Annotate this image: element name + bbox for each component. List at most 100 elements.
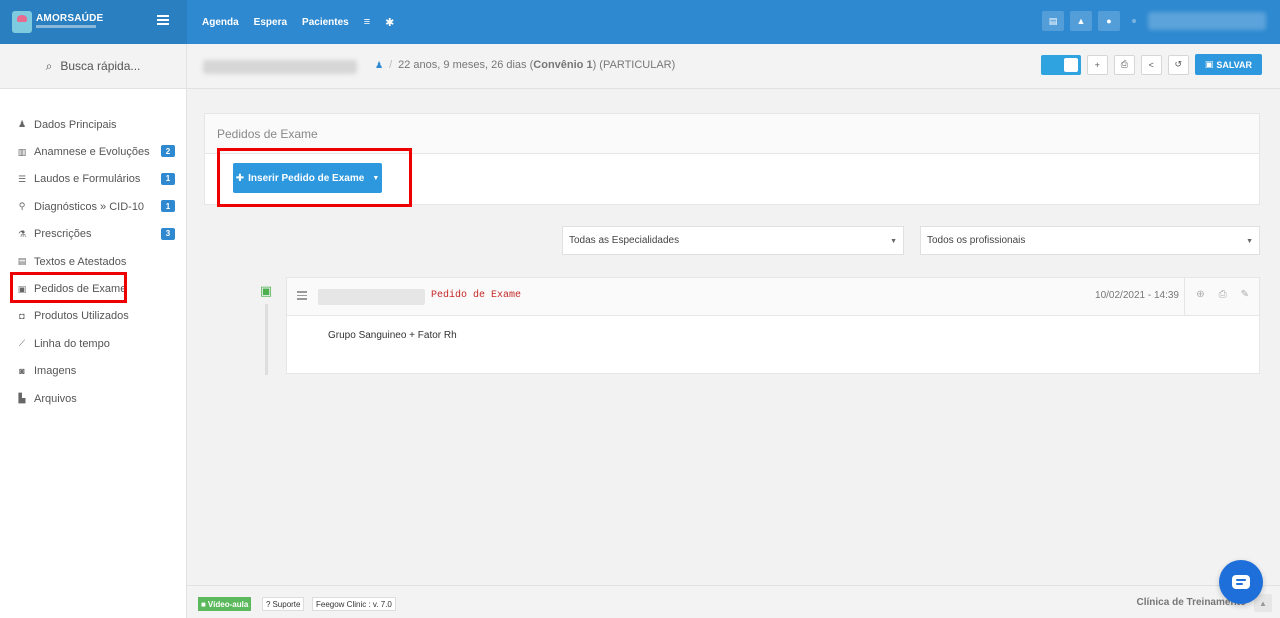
separator: / bbox=[389, 59, 393, 71]
professional-select[interactable]: Todos os profissionais ▼ bbox=[920, 226, 1260, 255]
entry-title: Pedido de Exame bbox=[431, 290, 522, 301]
sidebar-item-label: Dados Principais bbox=[34, 118, 117, 131]
sidebar-item-imagens[interactable]: ◙ Imagens bbox=[0, 358, 186, 385]
list-icon: ☰ bbox=[17, 173, 27, 184]
gear-icon[interactable]: ✱ bbox=[385, 16, 394, 29]
stethoscope-icon: ⚲ bbox=[18, 201, 26, 212]
zoom-icon[interactable]: ⊕ bbox=[1196, 289, 1204, 300]
chevron-down-icon: ▼ bbox=[890, 238, 897, 245]
brand-tagline bbox=[36, 25, 96, 28]
nav-pacientes[interactable]: Pacientes bbox=[302, 17, 349, 28]
entry-author bbox=[318, 289, 425, 305]
nav-espera[interactable]: Espera bbox=[254, 17, 287, 28]
count-badge: 1 bbox=[161, 172, 175, 185]
nav-agenda[interactable]: Agenda bbox=[202, 17, 239, 28]
database-icon[interactable]: ≡ bbox=[364, 16, 370, 28]
sidebar-item-label: Prescrições bbox=[34, 228, 92, 241]
bar-chart-icon: ▥ bbox=[17, 146, 27, 157]
save-icon: ▣ bbox=[1204, 59, 1214, 69]
line-chart-icon: ⟋ bbox=[18, 338, 26, 349]
video-label: Vídeo-aula bbox=[207, 599, 249, 609]
add-button[interactable]: + bbox=[1086, 54, 1108, 75]
entry-date: 10/02/2021 - 14:39 bbox=[1095, 290, 1179, 301]
video-icon: ■ bbox=[201, 599, 206, 609]
chat-icon bbox=[1232, 575, 1250, 589]
sidebar-item-label: Anamnese e Evoluções bbox=[34, 146, 150, 159]
sidebar-menu: ♟ Dados Principais ▥ Anamnese e Evoluçõe… bbox=[0, 111, 186, 412]
print-button[interactable]: ⎙ bbox=[1113, 54, 1135, 75]
print-icon[interactable]: ⎙ bbox=[1219, 289, 1227, 300]
count-badge: 3 bbox=[161, 227, 175, 240]
menu-icon[interactable] bbox=[297, 291, 307, 302]
save-button[interactable]: ▣ SALVAR bbox=[1194, 54, 1262, 75]
user-menu[interactable] bbox=[1148, 12, 1266, 30]
specialty-value: Todas as Especialidades bbox=[569, 235, 680, 246]
clipboard-icon: ▣ bbox=[259, 283, 273, 298]
entry-body: Grupo Sanguineo + Fator Rh bbox=[328, 330, 457, 341]
patient-age: 22 anos, 9 meses, 26 dias (Convênio 1) (… bbox=[398, 59, 676, 71]
flask-icon: ⚗ bbox=[17, 228, 27, 239]
search-icon: ⌕ bbox=[45, 58, 53, 73]
footer: ■ Vídeo-aula ? Suporte Feegow Clinic : v… bbox=[187, 585, 1280, 618]
sidebar-item-dados-principais[interactable]: ♟ Dados Principais bbox=[0, 111, 186, 138]
hamburger-icon[interactable] bbox=[157, 15, 169, 27]
sidebar-item-label: Textos e Atestados bbox=[34, 255, 127, 268]
sidebar-item-diagnosticos[interactable]: ⚲ Diagnósticos » CID-10 1 bbox=[0, 193, 186, 220]
entry-tools: ⊕ ⎙ ✎ bbox=[1196, 289, 1249, 300]
highlight-box-button bbox=[217, 148, 412, 207]
sidebar-item-label: Produtos Utilizados bbox=[34, 310, 129, 323]
share-button[interactable]: < bbox=[1140, 54, 1162, 75]
sidebar-item-label: Diagnósticos » CID-10 bbox=[34, 200, 145, 213]
history-button[interactable]: ↺ bbox=[1167, 54, 1189, 75]
user-icon: ♟ bbox=[375, 59, 384, 70]
top-nav: Agenda Espera Pacientes ≡ ✱ bbox=[202, 0, 394, 44]
sidebar-item-label: Laudos e Formulários bbox=[34, 173, 141, 186]
specialty-select[interactable]: Todas as Especialidades ▼ bbox=[562, 226, 904, 255]
support-button[interactable]: ? Suporte bbox=[262, 597, 305, 611]
quick-search-label: Busca rápida... bbox=[60, 59, 141, 73]
document-icon: ▤ bbox=[17, 256, 27, 267]
list-icon[interactable]: ▤ bbox=[1042, 11, 1064, 31]
save-label: SALVAR bbox=[1216, 59, 1252, 70]
camera-icon: ◙ bbox=[19, 366, 25, 377]
chat-widget-button[interactable] bbox=[1219, 560, 1263, 604]
brand-logo-icon bbox=[12, 11, 32, 33]
status-dot bbox=[1132, 19, 1136, 23]
attach-icon[interactable]: ✎ bbox=[1241, 289, 1249, 300]
file-icon: ▙ bbox=[18, 393, 26, 404]
patient-name bbox=[203, 60, 357, 74]
brand[interactable]: AMORSAÚDE bbox=[0, 0, 187, 44]
record-toolbar: + ⎙ < ↺ ▣ SALVAR bbox=[1040, 54, 1262, 75]
timeline-line bbox=[265, 304, 268, 375]
exam-request-entry: Pedido de Exame 10/02/2021 - 14:39 ⊕ ⎙ ✎… bbox=[286, 277, 1260, 374]
chat-icon[interactable]: ● bbox=[1098, 11, 1120, 31]
video-lesson-button[interactable]: ■ Vídeo-aula bbox=[198, 597, 252, 611]
sidebar-item-label: Arquivos bbox=[34, 392, 77, 405]
sidebar: ⌕ Busca rápida... ♟ Dados Principais ▥ A… bbox=[0, 44, 187, 618]
sidebar-item-arquivos[interactable]: ▙ Arquivos bbox=[0, 385, 186, 412]
chevron-down-icon: ▼ bbox=[1246, 238, 1253, 245]
count-badge: 1 bbox=[161, 200, 175, 213]
support-label: Suporte bbox=[272, 599, 301, 609]
highlight-box-sidebar bbox=[10, 272, 127, 303]
patient-info: ♟ / 22 anos, 9 meses, 26 dias (Convênio … bbox=[375, 59, 675, 71]
quick-search[interactable]: ⌕ Busca rápida... bbox=[0, 44, 186, 89]
sidebar-item-label: Linha do tempo bbox=[34, 337, 110, 350]
top-right-actions: ▤ ▲ ● bbox=[1042, 11, 1266, 31]
view-toggle[interactable] bbox=[1040, 54, 1081, 75]
bell-icon[interactable]: ▲ bbox=[1070, 11, 1092, 31]
divider bbox=[1184, 278, 1185, 315]
entry-header: Pedido de Exame 10/02/2021 - 14:39 ⊕ ⎙ ✎ bbox=[287, 278, 1259, 316]
sidebar-item-laudos[interactable]: ☰ Laudos e Formulários 1 bbox=[0, 166, 186, 193]
briefcase-icon: ◘ bbox=[19, 311, 25, 322]
sidebar-item-prescricoes[interactable]: ⚗ Prescrições 3 bbox=[0, 221, 186, 248]
sidebar-item-anamnese[interactable]: ▥ Anamnese e Evoluções 2 bbox=[0, 138, 186, 165]
top-bar: AMORSAÚDE Agenda Espera Pacientes ≡ ✱ ▤ … bbox=[0, 0, 1280, 44]
help-icon: ? bbox=[266, 599, 271, 609]
sidebar-item-produtos[interactable]: ◘ Produtos Utilizados bbox=[0, 303, 186, 330]
sidebar-item-linha-do-tempo[interactable]: ⟋ Linha do tempo bbox=[0, 330, 186, 357]
version-label: Feegow Clinic : v. 7.0 bbox=[312, 597, 396, 611]
brand-name: AMORSAÚDE bbox=[36, 13, 104, 24]
patient-header: ♟ / 22 anos, 9 meses, 26 dias (Convênio … bbox=[187, 44, 1280, 89]
user-icon: ♟ bbox=[17, 119, 27, 130]
